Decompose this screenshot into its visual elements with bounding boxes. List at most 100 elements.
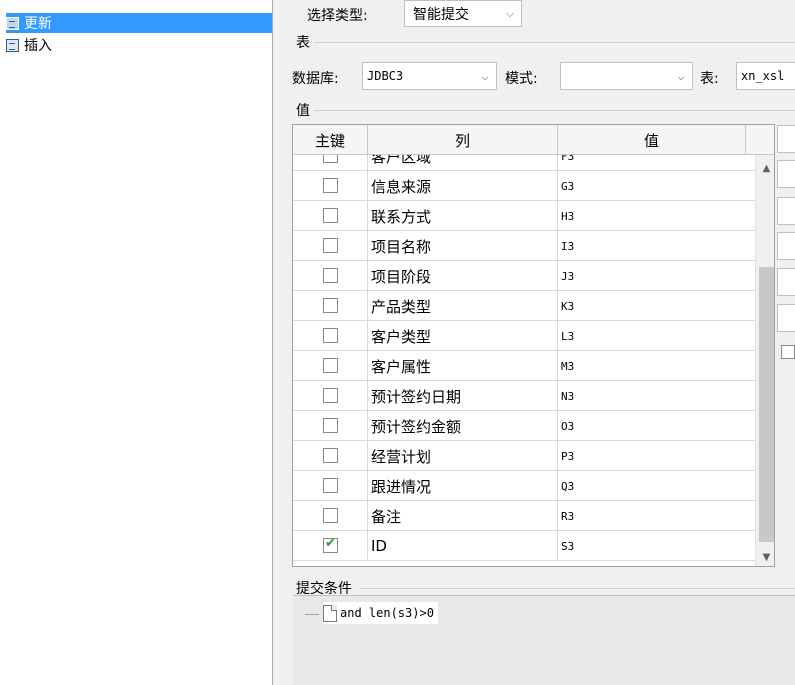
value-cell[interactable]: K3 [558,291,755,321]
tree-item-update[interactable]: 更新 [6,13,272,33]
table-row[interactable]: 经营计划 P3 [293,441,755,471]
column-name-cell[interactable]: 客户属性 [368,351,558,381]
value-cell[interactable]: I3 [558,231,755,261]
column-name-cell[interactable]: 预计签约日期 [368,381,558,411]
scroll-up-icon[interactable]: ▲ [756,159,774,177]
column-name-cell[interactable]: 预计签约金额 [368,411,558,441]
chevron-down-icon: ⌵ [481,69,489,83]
primary-key-cell [293,291,368,321]
value-cell[interactable]: O3 [558,411,755,441]
mode-dropdown[interactable]: ⌵ [560,62,693,90]
condition-tree[interactable]: and len(s3)>0 [293,595,795,685]
table-icon [6,38,19,52]
primary-key-checkbox[interactable] [323,418,338,433]
table-section-divider [314,42,795,43]
primary-key-checkbox[interactable] [323,388,338,403]
primary-key-cell [293,321,368,351]
column-name-cell[interactable]: ID [368,531,558,561]
table-row[interactable]: 客户属性 M3 [293,351,755,381]
side-button[interactable] [777,197,795,225]
table-row[interactable]: IDS3 [293,531,755,561]
select-type-value: 智能提交 [413,6,469,23]
primary-key-cell [293,171,368,201]
primary-key-checkbox[interactable] [323,508,338,523]
value-cell[interactable]: J3 [558,261,755,291]
primary-key-checkbox[interactable] [323,448,338,463]
table-row[interactable]: 预计签约日期 N3 [293,381,755,411]
table-row[interactable]: 信息来源 G3 [293,171,755,201]
side-button[interactable] [777,268,795,296]
grid-header: 主键 列 值 [293,125,774,155]
header-column[interactable]: 列 [368,125,558,155]
header-value[interactable]: 值 [558,125,746,155]
value-cell[interactable]: Q3 [558,471,755,501]
column-name-cell[interactable]: 跟进情况 [368,471,558,501]
column-name-cell[interactable]: 联系方式 [368,201,558,231]
primary-key-checkbox[interactable] [323,358,338,373]
column-name-cell[interactable]: 经营计划 [368,441,558,471]
value-cell[interactable]: M3 [558,351,755,381]
primary-key-cell [293,381,368,411]
grid-scrollbar[interactable]: ▲ ▼ [755,155,774,566]
primary-key-checkbox[interactable] [323,178,338,193]
side-button[interactable] [777,304,795,332]
primary-key-cell [293,201,368,231]
table-row[interactable]: 预计签约金额 O3 [293,411,755,441]
value-cell[interactable]: H3 [558,201,755,231]
value-grid[interactable]: 主键 列 值 客户区域 F3 信息来源 G3 联系方式 H3 项目名称 I3 项目阶段 J3 产品类… [292,124,775,567]
value-cell[interactable]: L3 [558,321,755,351]
condition-node[interactable]: and len(s3)>0 [323,602,438,624]
tree-item-label: 插入 [24,38,52,54]
side-button[interactable] [777,160,795,188]
select-type-label: 选择类型: [307,8,368,24]
value-cell[interactable]: N3 [558,381,755,411]
value-cell[interactable]: P3 [558,441,755,471]
column-name-cell[interactable]: 信息来源 [368,171,558,201]
primary-key-checkbox[interactable] [323,478,338,493]
column-name-cell[interactable]: 项目名称 [368,231,558,261]
table-name-label: 表: [700,71,719,87]
primary-key-checkbox[interactable] [323,298,338,313]
scroll-thumb[interactable] [759,267,774,542]
primary-key-checkbox[interactable] [323,208,338,223]
column-name-cell[interactable]: 项目阶段 [368,261,558,291]
primary-key-checkbox[interactable] [323,536,338,553]
header-primary-key[interactable]: 主键 [293,125,368,155]
side-checkbox[interactable] [781,345,795,359]
table-row[interactable]: 产品类型 K3 [293,291,755,321]
column-name-cell[interactable]: 产品类型 [368,291,558,321]
primary-key-cell [293,351,368,381]
table-row[interactable]: 跟进情况 Q3 [293,471,755,501]
tree-item-insert[interactable]: 插入 [6,35,52,55]
table-row[interactable]: 联系方式 H3 [293,201,755,231]
value-cell[interactable]: G3 [558,171,755,201]
value-section-divider [314,110,795,111]
value-cell[interactable]: R3 [558,501,755,531]
primary-key-checkbox[interactable] [323,238,338,253]
value-section-title: 值 [296,103,310,119]
tree-connector [305,614,319,615]
select-type-dropdown[interactable]: 智能提交 ⌵ [404,0,522,27]
table-name-value: xn_xsl [741,69,785,83]
table-row[interactable]: 项目名称 I3 [293,231,755,261]
primary-key-checkbox[interactable] [323,268,338,283]
table-row[interactable]: 备注 R3 [293,501,755,531]
table-row[interactable]: 项目阶段 J3 [293,261,755,291]
primary-key-checkbox[interactable] [323,328,338,343]
table-row[interactable]: 客户类型 L3 [293,321,755,351]
database-dropdown[interactable]: JDBC3 ⌵ [362,62,497,90]
document-icon [323,604,337,622]
table-name-dropdown[interactable]: xn_xsl [736,62,795,90]
table-section-title: 表 [296,35,310,51]
side-button[interactable] [777,232,795,260]
side-button[interactable] [777,125,795,153]
chevron-down-icon: ⌵ [505,7,515,20]
scroll-down-icon[interactable]: ▼ [756,548,774,566]
primary-key-cell [293,441,368,471]
primary-key-cell [293,231,368,261]
mode-label: 模式: [505,71,538,87]
condition-expression: and len(s3)>0 [340,606,434,620]
column-name-cell[interactable]: 客户类型 [368,321,558,351]
value-cell[interactable]: S3 [558,531,755,561]
column-name-cell[interactable]: 备注 [368,501,558,531]
